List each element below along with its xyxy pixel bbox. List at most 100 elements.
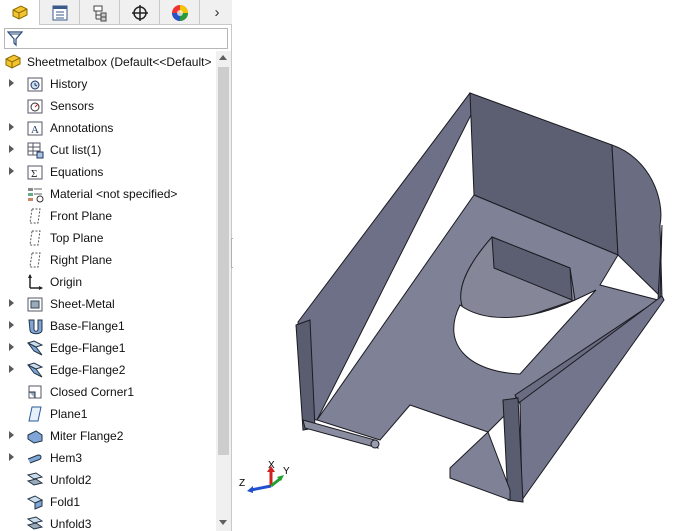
edge-flange-icon — [26, 362, 44, 378]
display-manager-tab[interactable] — [160, 0, 200, 25]
model-right-curve-wall — [611, 144, 663, 300]
dimxpert-icon — [131, 4, 148, 21]
tree-item-closed-corner1[interactable]: Closed Corner1 — [0, 381, 216, 403]
tree-item-label: Sheet-Metal — [50, 297, 115, 311]
tree-item-label: Fold1 — [50, 495, 81, 509]
tree-item-label: Closed Corner1 — [50, 385, 135, 399]
sheet-metal-icon — [27, 297, 43, 312]
tree-item-label: Origin — [50, 275, 83, 289]
tree-item-label: Unfold2 — [50, 473, 92, 487]
base-flange-icon — [28, 319, 43, 335]
tree-item-cut-list-1[interactable]: Cut list(1) — [0, 139, 216, 161]
tree-item-label: Sensors — [50, 99, 95, 113]
model-canvas — [295, 92, 665, 503]
scroll-down-arrow-icon[interactable] — [219, 520, 227, 525]
configuration-manager-icon — [93, 5, 106, 21]
material-icon — [28, 188, 44, 203]
tree-item-label: Top Plane — [50, 231, 104, 245]
tree-item-sensors[interactable]: Sensors — [0, 95, 216, 117]
tree-item-annotations[interactable]: A Annotations — [0, 117, 216, 139]
history-icon — [27, 77, 43, 92]
expand-arrow-icon[interactable] — [9, 365, 14, 373]
display-manager-icon — [171, 4, 188, 21]
filter-input[interactable] — [4, 28, 228, 49]
part-icon — [5, 54, 21, 69]
plane-icon — [29, 230, 41, 246]
triad-y-label: Y — [283, 466, 290, 477]
expand-arrow-icon[interactable] — [9, 123, 14, 131]
tree-item-right-plane[interactable]: Right Plane — [0, 249, 216, 271]
configuration-manager-tab[interactable] — [80, 0, 120, 25]
fold-icon — [26, 495, 44, 510]
svg-text:A: A — [31, 124, 39, 136]
cut-list-icon — [27, 142, 44, 159]
property-manager-tab[interactable] — [40, 0, 80, 25]
triad-z-label: Z — [239, 478, 245, 489]
edge-flange-icon — [26, 340, 44, 356]
tree-root-part[interactable]: Sheetmetalbox (Default<<Default> — [0, 51, 216, 73]
feature-manager-icon — [12, 4, 27, 20]
tree-item-label: Plane1 — [50, 407, 88, 421]
orientation-triad: Z X Y — [239, 460, 290, 493]
tree-item-unfold3[interactable]: Unfold3 — [0, 513, 216, 531]
tree-item-label: Miter Flange2 — [50, 429, 124, 443]
expand-arrow-icon[interactable] — [9, 299, 14, 307]
tree-item-label: Edge-Flange2 — [50, 363, 126, 377]
tree-item-base-flange1[interactable]: Base-Flange1 — [0, 315, 216, 337]
triad-x-label: X — [268, 460, 275, 471]
tree-item-label: Material <not specified> — [50, 187, 178, 201]
annotations-icon: A — [27, 121, 43, 136]
feature-tree: Sheetmetalbox (Default<<Default> History… — [0, 51, 216, 531]
property-manager-icon — [52, 5, 67, 20]
tree-item-material-not-specified[interactable]: Material <not specified> — [0, 183, 216, 205]
expand-arrow-icon[interactable] — [9, 167, 14, 175]
plane-feature-icon — [28, 406, 42, 422]
closed-corner-icon — [28, 385, 42, 399]
tree-item-miter-flange2[interactable]: Miter Flange2 — [0, 425, 216, 447]
tree-item-label: Equations — [50, 165, 104, 179]
expand-arrow-icon[interactable] — [9, 453, 14, 461]
scroll-thumb[interactable] — [218, 67, 229, 455]
tree-item-equations[interactable]: Σ Equations — [0, 161, 216, 183]
tree-item-label: Annotations — [50, 121, 114, 135]
more-tabs-button[interactable]: › — [202, 0, 232, 25]
tree-item-label: Front Plane — [50, 209, 113, 223]
tree-root-label: Sheetmetalbox (Default<<Default> — [27, 55, 212, 69]
tree-item-label: Edge-Flange1 — [50, 341, 126, 355]
plane-icon — [29, 208, 41, 224]
scroll-up-arrow-icon[interactable] — [219, 55, 227, 60]
tree-item-top-plane[interactable]: Top Plane — [0, 227, 216, 249]
model-hem-end — [370, 439, 380, 449]
graphics-area[interactable]: Z X Y — [233, 0, 675, 531]
expand-arrow-icon[interactable] — [9, 431, 14, 439]
tree-item-hem3[interactable]: Hem3 — [0, 447, 216, 469]
feature-manager-panel: › Sheetmetalbox (Default<<Default> Histo… — [0, 0, 232, 531]
tree-item-unfold2[interactable]: Unfold2 — [0, 469, 216, 491]
tree-item-label: Cut list(1) — [50, 143, 102, 157]
tree-item-plane1[interactable]: Plane1 — [0, 403, 216, 425]
dimxpert-manager-tab[interactable] — [120, 0, 160, 25]
unfold-icon — [26, 472, 44, 486]
tree-item-sheet-metal[interactable]: Sheet-Metal — [0, 293, 216, 315]
sensors-icon — [27, 99, 43, 114]
tree-item-origin[interactable]: Origin — [0, 271, 216, 293]
tree-item-label: History — [50, 77, 88, 91]
tree-item-label: Unfold3 — [50, 517, 92, 531]
tree-item-history[interactable]: History — [0, 73, 216, 95]
expand-arrow-icon[interactable] — [9, 145, 14, 153]
tree-item-fold1[interactable]: Fold1 — [0, 491, 216, 513]
filter-icon — [7, 31, 23, 47]
miter-flange-icon — [27, 430, 43, 444]
tree-scrollbar[interactable] — [216, 51, 231, 531]
svg-text:Σ: Σ — [31, 168, 37, 180]
tree-item-label: Base-Flange1 — [50, 319, 125, 333]
expand-arrow-icon[interactable] — [9, 343, 14, 351]
plane-icon — [29, 252, 41, 268]
expand-arrow-icon[interactable] — [9, 321, 14, 329]
tree-item-edge-flange2[interactable]: Edge-Flange2 — [0, 359, 216, 381]
hem-icon — [27, 454, 42, 464]
tree-item-edge-flange1[interactable]: Edge-Flange1 — [0, 337, 216, 359]
tree-item-front-plane[interactable]: Front Plane — [0, 205, 216, 227]
expand-arrow-icon[interactable] — [9, 79, 14, 87]
feature-manager-tab[interactable] — [0, 0, 40, 25]
